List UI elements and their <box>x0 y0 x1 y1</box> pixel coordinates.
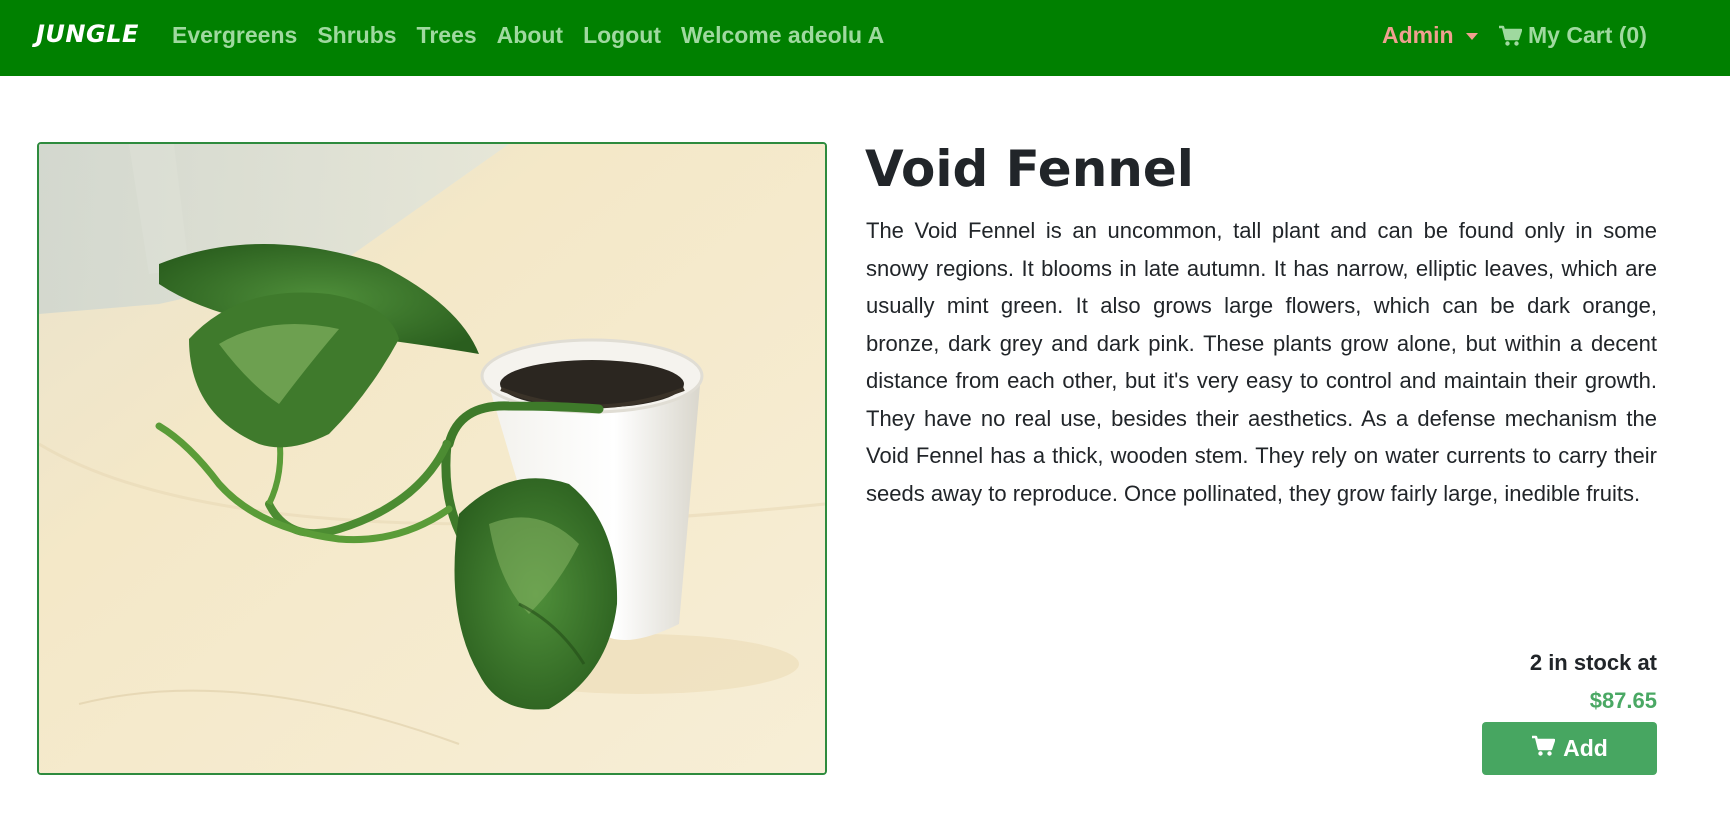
my-cart-link[interactable]: My Cart (0) <box>1498 22 1647 49</box>
welcome-user-text: Welcome adeolu A <box>680 22 885 48</box>
add-to-cart-button[interactable]: Add <box>1482 722 1657 775</box>
admin-label: Admin <box>1382 22 1454 48</box>
cart-label: My Cart (0) <box>1528 22 1647 48</box>
nav-links: Evergreens Shrubs Trees About Logout Wel… <box>172 22 884 49</box>
nav-link-trees[interactable]: Trees <box>417 22 477 49</box>
nav-link-about[interactable]: About <box>497 22 563 49</box>
product-description: The Void Fennel is an uncommon, tall pla… <box>866 218 1657 506</box>
product-title: Void Fennel <box>865 140 1194 198</box>
stock-text: 2 in stock at <box>1529 650 1657 675</box>
navbar: JUNGLE Evergreens Shrubs Trees About Log… <box>0 0 1730 76</box>
add-button-label: Add <box>1563 735 1608 761</box>
shopping-cart-icon <box>1531 735 1556 763</box>
caret-down-icon <box>1465 33 1478 40</box>
nav-link-shrubs[interactable]: Shrubs <box>317 22 396 49</box>
nav-link-logout[interactable]: Logout <box>583 22 661 49</box>
brand-logo[interactable]: JUNGLE <box>36 20 139 48</box>
nav-link-evergreens[interactable]: Evergreens <box>172 22 297 49</box>
admin-dropdown[interactable]: Admin <box>1382 22 1478 49</box>
product-price: $87.65 <box>1589 688 1657 713</box>
product-image <box>37 142 827 775</box>
shopping-cart-icon <box>1498 25 1522 47</box>
